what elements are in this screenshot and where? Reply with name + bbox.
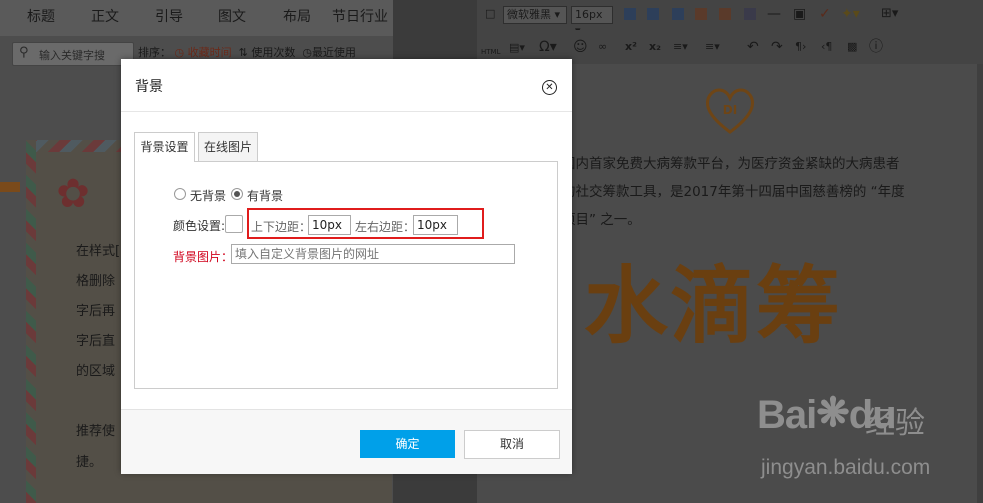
- template-text-line: 推荐使: [76, 424, 116, 439]
- watermark-cn: 经验: [865, 406, 925, 441]
- close-icon[interactable]: ✕: [542, 80, 557, 95]
- source-icon[interactable]: □: [485, 6, 495, 22]
- confirm-button[interactable]: 确定: [360, 430, 455, 458]
- template-text-line: 在样式[: [76, 244, 121, 259]
- emoji-icon[interactable]: ☺: [573, 39, 588, 55]
- template-category-tabs: 标题 正文 引导 图文 布局 节日行业: [0, 0, 393, 36]
- sort-by-favorite-time[interactable]: ◷ 收藏时间: [175, 46, 232, 59]
- rtl-icon[interactable]: ‹¶: [821, 39, 832, 55]
- radio-no-background[interactable]: [174, 188, 186, 200]
- template-text-line: 格删除: [76, 274, 116, 289]
- template-text-line: 捷。: [76, 455, 103, 470]
- select-all-icon[interactable]: ▩: [847, 39, 857, 55]
- tab-layout[interactable]: 布局: [283, 6, 311, 26]
- resize-icon[interactable]: ⊞▾: [881, 6, 898, 22]
- template-text-line: 的区域: [76, 364, 116, 379]
- insert-block-icon[interactable]: ▣: [793, 6, 806, 22]
- search-icon: ⚲: [19, 45, 29, 60]
- radio-no-background-label[interactable]: 无背景: [190, 187, 226, 204]
- video-icon[interactable]: [719, 8, 731, 20]
- paw-icon: ❋: [816, 391, 850, 435]
- radio-has-background[interactable]: [231, 188, 243, 200]
- horizontal-margin-input[interactable]: [413, 215, 458, 235]
- tab-title[interactable]: 标题: [27, 6, 55, 26]
- airmail-border-left: [26, 140, 36, 503]
- dialog-title: 背景: [135, 79, 163, 95]
- link-icon[interactable]: ∞: [598, 39, 607, 55]
- image-icon[interactable]: [647, 8, 659, 20]
- radio-has-background-label[interactable]: 有背景: [247, 187, 283, 204]
- color-picker[interactable]: [225, 215, 243, 233]
- cancel-button[interactable]: 取消: [464, 430, 560, 459]
- watermark-url: jingyan.baidu.com: [761, 456, 931, 479]
- tab-background-settings[interactable]: 背景设置: [134, 132, 195, 162]
- dialog-footer: 确定 取消: [121, 409, 572, 474]
- sort-by-use-count[interactable]: ⇅ 使用次数: [239, 46, 296, 59]
- tab-online-images[interactable]: 在线图片: [198, 132, 258, 162]
- background-image-label: 背景图片：: [173, 250, 234, 264]
- heart-logo-icon: DI: [706, 88, 754, 134]
- doc-paragraph-line: 国内首家免费大病筹款平台，为医疗资金紧缺的大病患者: [562, 156, 900, 172]
- baidu-jingyan-watermark: Bai❋du 经验 jingyan.baidu.com: [757, 391, 977, 492]
- tab-image-text[interactable]: 图文: [218, 6, 246, 26]
- undo-icon[interactable]: ↶: [747, 39, 759, 55]
- superscript-icon[interactable]: x²: [625, 39, 637, 55]
- ordered-list-icon[interactable]: ≡▾: [673, 39, 688, 55]
- sort-by-recent[interactable]: ◷最近使用: [302, 46, 356, 59]
- background-image-url-input[interactable]: [231, 244, 515, 264]
- template-text-line: 字后再: [76, 304, 116, 319]
- search-placeholder: 输入关键字搜: [39, 49, 105, 62]
- redo-icon[interactable]: ↷: [771, 39, 783, 55]
- font-family-select[interactable]: 微软雅黑 ▾: [503, 6, 567, 24]
- flower-decoration-icon: ✿: [56, 171, 90, 217]
- horizontal-margin-label: 左右边距：: [355, 220, 416, 234]
- color-setting-label: 颜色设置:: [173, 219, 226, 233]
- new-badge: [0, 182, 20, 192]
- word-import-icon[interactable]: [672, 8, 684, 20]
- ltr-icon[interactable]: ¶›: [795, 39, 806, 55]
- tab-holiday[interactable]: 节日行业: [332, 6, 388, 26]
- magic-wand-icon[interactable]: ✦▾: [841, 6, 860, 22]
- sort-bar: 排序： ◷ 收藏时间 ⇅ 使用次数 ◷最近使用: [138, 44, 356, 60]
- special-char-icon[interactable]: Ω▾: [539, 39, 557, 55]
- vertical-margin-label: 上下边距：: [251, 220, 312, 234]
- scrollbar[interactable]: [977, 64, 983, 503]
- doc-paragraph-line: 的社交筹款工具，是2017年第十四届中国慈善榜的 “年度: [562, 184, 905, 200]
- template-search-input[interactable]: ⚲ 输入关键字搜: [12, 42, 134, 66]
- horizontal-rule-icon[interactable]: —: [767, 6, 781, 22]
- logo-mark: DI: [723, 103, 737, 117]
- background-dialog: 背景 ✕ 背景设置 在线图片 无背景 有背景 颜色设置: 上下边距： 左右边距：…: [121, 59, 572, 474]
- dialog-header-divider: [121, 111, 572, 112]
- table-icon[interactable]: [624, 8, 636, 20]
- font-size-select[interactable]: 16px ▾: [571, 6, 613, 37]
- unordered-list-icon[interactable]: ≡▾: [705, 39, 720, 55]
- template-text-line: 字后直: [76, 334, 116, 349]
- html-icon[interactable]: HTML: [481, 44, 500, 60]
- tab-guide[interactable]: 引导: [155, 6, 183, 26]
- help-icon[interactable]: ⓘ: [869, 39, 883, 55]
- media-icon[interactable]: [695, 8, 707, 20]
- vertical-margin-input[interactable]: [308, 215, 351, 235]
- save-icon[interactable]: [744, 8, 756, 20]
- sort-label: 排序：: [138, 46, 171, 59]
- doc-paragraph-line: 项目” 之一。: [562, 212, 641, 228]
- tab-body[interactable]: 正文: [91, 6, 119, 26]
- subscript-icon[interactable]: x₂: [649, 39, 661, 55]
- doc-big-title: 水滴筹: [584, 256, 843, 355]
- editor-toolbar-row-1: □ 微软雅黑 ▾ 16px ▾ — ▣ ✓ ✦▾ ⊞▾: [477, 0, 983, 37]
- background-icon[interactable]: ▤▾: [509, 40, 525, 56]
- format-brush-icon[interactable]: ✓: [819, 6, 831, 22]
